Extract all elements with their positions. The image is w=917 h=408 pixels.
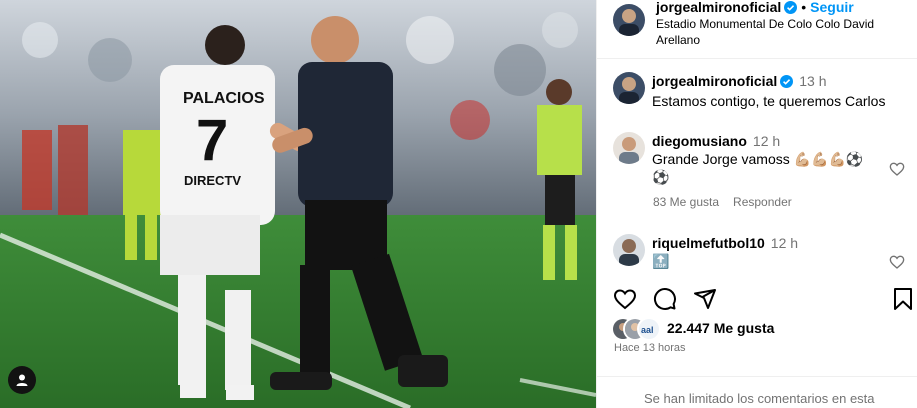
heart-icon (889, 255, 905, 269)
separator-dot: • (801, 0, 807, 15)
bookmark-icon (894, 288, 912, 310)
author-username[interactable]: jorgealmironoficial (656, 0, 781, 15)
caption-username[interactable]: jorgealmironoficial (652, 73, 777, 89)
commenter-avatar[interactable] (613, 132, 645, 164)
heart-icon (889, 162, 905, 176)
svg-text:PALACIOS: PALACIOS (183, 90, 265, 107)
caption-text: Estamos contigo, te queremos Carlos (652, 93, 886, 109)
post-header: jorgealmironoficial • Seguir Estadio Monum… (597, 0, 917, 59)
verified-icon (780, 74, 794, 92)
action-bar (597, 285, 917, 311)
share-icon (694, 289, 716, 309)
svg-text:DIRECTV: DIRECTV (184, 173, 241, 188)
like-comment-button[interactable] (889, 161, 905, 182)
caption-title-line: jorgealmironoficial 13 h (652, 72, 827, 92)
comment-item: riquelmefutbol10 12 h 🔝 (597, 232, 917, 274)
follow-button[interactable]: Seguir (810, 0, 854, 15)
likes-summary: aal 22.447 Me gusta (611, 317, 911, 341)
svg-text:7: 7 (196, 108, 228, 173)
post-timestamp[interactable]: Hace 13 horas (614, 342, 686, 354)
caption-time[interactable]: 13 h (799, 73, 826, 89)
share-button[interactable] (693, 287, 717, 316)
liker-avatar[interactable]: aal (637, 317, 661, 341)
caption-row: jorgealmironoficial 13 h Estamos contigo,… (597, 70, 917, 110)
like-comment-button[interactable] (889, 254, 905, 274)
post-location[interactable]: Estadio Monumental De Colo Colo David Ar… (656, 16, 906, 48)
comment-text-line-2: ⚽ (652, 169, 670, 185)
comment-title-line: diegomusiano 12 h (652, 132, 780, 150)
comment-meta: 83 Me gusta Responder (653, 195, 806, 209)
like-button[interactable] (613, 287, 637, 316)
commenter-avatar[interactable] (613, 234, 645, 266)
comment-text: Grande Jorge vamoss 💪🏼💪🏼💪🏼⚽ (652, 151, 864, 167)
svg-text:aal: aal (641, 325, 654, 335)
post-sidebar: jorgealmironoficial • Seguir Estadio Monum… (596, 0, 917, 408)
user-tag-button[interactable] (8, 366, 36, 394)
comment-username[interactable]: diegomusiano (652, 133, 747, 149)
heart-icon (613, 289, 637, 310)
save-button[interactable] (892, 287, 914, 316)
comment-time[interactable]: 12 h (771, 235, 798, 251)
reply-button[interactable]: Responder (733, 195, 792, 209)
post-photo[interactable]: PALACIOS 7 DIRECTV (0, 0, 596, 408)
comment-icon (654, 288, 676, 310)
post-image: PALACIOS 7 DIRECTV (0, 0, 596, 408)
comment-time[interactable]: 12 h (753, 133, 780, 149)
comment-likes[interactable]: 83 Me gusta (653, 195, 719, 209)
comments-limited-notice: Se han limitado los comentarios en esta (597, 376, 917, 408)
comment-item: diegomusiano 12 h Grande Jorge vamoss 💪🏼💪… (597, 130, 917, 215)
comment-text: 🔝 (652, 253, 670, 269)
likes-count[interactable]: 22.447 Me gusta (667, 320, 774, 336)
author-avatar[interactable] (613, 4, 645, 36)
user-tag-icon (16, 374, 28, 386)
comment-username[interactable]: riquelmefutbol10 (652, 235, 765, 251)
caption-avatar[interactable] (613, 72, 645, 104)
comment-button[interactable] (653, 287, 677, 316)
comment-title-line: riquelmefutbol10 12 h (652, 234, 798, 252)
